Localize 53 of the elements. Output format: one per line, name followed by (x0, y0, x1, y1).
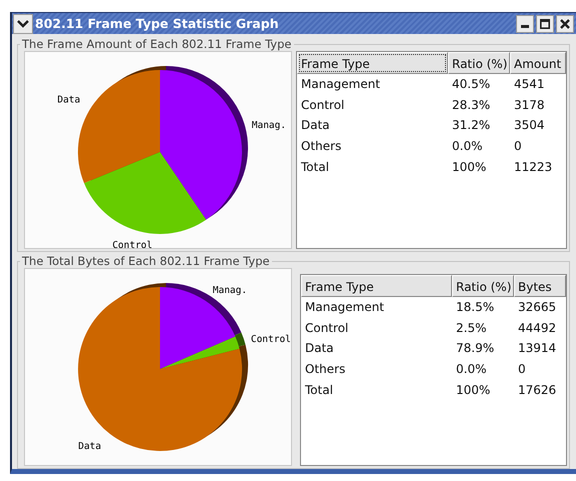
table-cell-text: 0.0% (451, 139, 484, 154)
table-cell-text: Control (304, 320, 350, 335)
table-cell-text: 2.5% (455, 320, 488, 335)
table-cell-text: 4541 (513, 77, 546, 92)
table-cell-text: Management (304, 300, 386, 314)
table-cell-text: Data (304, 341, 335, 356)
table-cell-text: Management (300, 77, 382, 92)
minimize-icon (521, 25, 529, 28)
slice-label: Data (78, 440, 102, 452)
table-cell-text: 32665 (517, 300, 558, 314)
slice-label: Manag. (212, 284, 248, 296)
slice-label: Data (57, 94, 80, 106)
slice-label: Control (250, 334, 291, 346)
maximize-button[interactable] (536, 14, 554, 32)
column-header[interactable]: Frame Type (297, 52, 448, 74)
table-cell-text: Data (300, 118, 331, 132)
table-cell-text: 28.3% (451, 98, 492, 112)
table-cell-text: 40.5% (451, 77, 492, 92)
column-header[interactable]: Ratio (%) (452, 275, 514, 297)
table-cell-text: 11223 (513, 160, 554, 174)
table-cell-text: 100% (451, 160, 488, 174)
slice-label: Control (112, 240, 152, 248)
column-header[interactable]: Amount (510, 52, 566, 74)
chevron-down-icon (17, 20, 29, 28)
table-cell-text: Control (300, 98, 346, 112)
table-cell-text: Others (304, 362, 346, 376)
table-cell-text: 0.0% (455, 362, 488, 376)
table-cell-text: 0 (513, 139, 523, 154)
close-icon (560, 18, 570, 28)
window-menu-button[interactable] (13, 14, 33, 34)
table-cell-text: 78.9% (455, 341, 496, 356)
window-title: 802.11 Frame Type Statistic Graph (35, 16, 280, 31)
column-header[interactable]: Ratio (%) (448, 52, 510, 74)
minimize-button[interactable] (516, 14, 534, 32)
slice-label: Manag. (252, 120, 286, 131)
table-cell-text: 3178 (513, 98, 546, 112)
group-title: The Total Bytes of Each 802.11 Frame Type (21, 254, 271, 268)
table-cell-text: Total (300, 160, 330, 174)
maximize-icon (540, 18, 550, 28)
table-cell-text: 31.2% (451, 118, 492, 132)
column-header[interactable]: Frame Type (301, 275, 452, 297)
table-cell-text: 18.5% (455, 300, 496, 314)
table-cell-text: 0 (517, 362, 527, 376)
table-cell-text: 44492 (517, 320, 558, 335)
table-cell-text: 13914 (517, 341, 558, 356)
table-cell-text: 3504 (513, 118, 546, 132)
column-header[interactable]: Bytes (514, 275, 566, 297)
group-title: The Frame Amount of Each 802.11 Frame Type (21, 37, 292, 51)
close-button[interactable] (556, 14, 574, 32)
table-cell-text: Others (300, 139, 342, 154)
table-cell-text: Total (304, 382, 334, 397)
table-cell-text: 17626 (517, 382, 558, 397)
table-cell-text: 100% (455, 382, 492, 397)
